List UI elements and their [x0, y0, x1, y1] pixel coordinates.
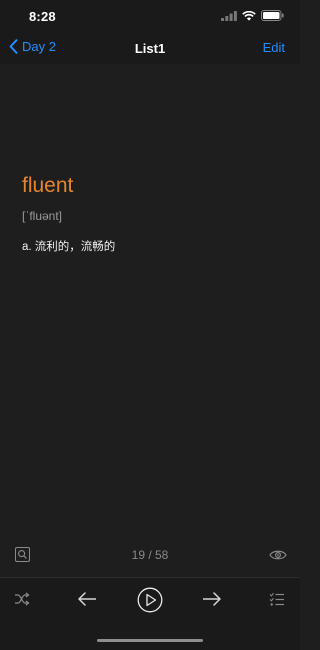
wifi-icon — [242, 10, 256, 21]
phonetic-text: [ˈfluənt] — [22, 209, 63, 223]
edit-button[interactable]: Edit — [263, 40, 285, 55]
arrow-right-icon — [203, 592, 221, 606]
list-icon — [269, 592, 284, 606]
shuffle-button[interactable] — [14, 592, 30, 606]
status-bar: 8:28 — [0, 0, 300, 34]
magnify-button[interactable] — [15, 547, 30, 567]
previous-button[interactable] — [77, 592, 97, 606]
eye-icon — [269, 550, 287, 560]
back-button[interactable]: Day 2 — [9, 39, 56, 54]
flashcard[interactable]: fluent [ˈfluənt] a. 流利的，流畅的 — [0, 64, 300, 534]
word-text: fluent — [22, 174, 74, 197]
list-button[interactable] — [269, 592, 285, 607]
status-icons — [221, 10, 284, 21]
navigation-bar: Day 2 List1 Edit — [0, 34, 300, 64]
play-button[interactable] — [137, 587, 163, 613]
shuffle-icon — [15, 592, 30, 606]
visibility-toggle[interactable] — [269, 548, 287, 566]
play-icon — [137, 587, 163, 613]
chevron-left-icon — [9, 39, 18, 54]
back-button-label: Day 2 — [22, 39, 56, 54]
progress-counter: 19 / 58 — [131, 548, 169, 562]
meaning-text: a. 流利的，流畅的 — [22, 241, 116, 253]
battery-icon — [261, 10, 284, 21]
arrow-left-icon — [78, 592, 96, 606]
info-bar: 19 / 58 — [0, 540, 300, 570]
cellular-icon — [221, 10, 237, 21]
magnifier-icon — [15, 547, 30, 562]
next-button[interactable] — [202, 592, 222, 606]
status-time: 8:28 — [29, 9, 56, 24]
home-indicator — [97, 639, 203, 642]
